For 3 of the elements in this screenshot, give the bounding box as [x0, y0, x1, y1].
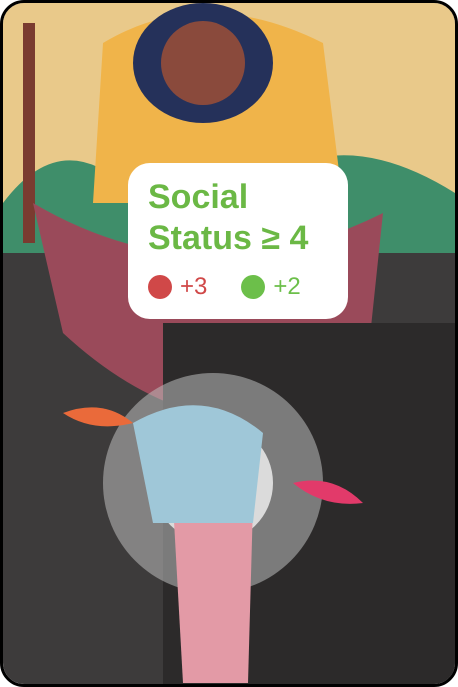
requirement-title: Social Status ≥ 4 [148, 177, 310, 259]
effect-value: +2 [273, 272, 301, 301]
effect-value: +3 [180, 272, 208, 301]
